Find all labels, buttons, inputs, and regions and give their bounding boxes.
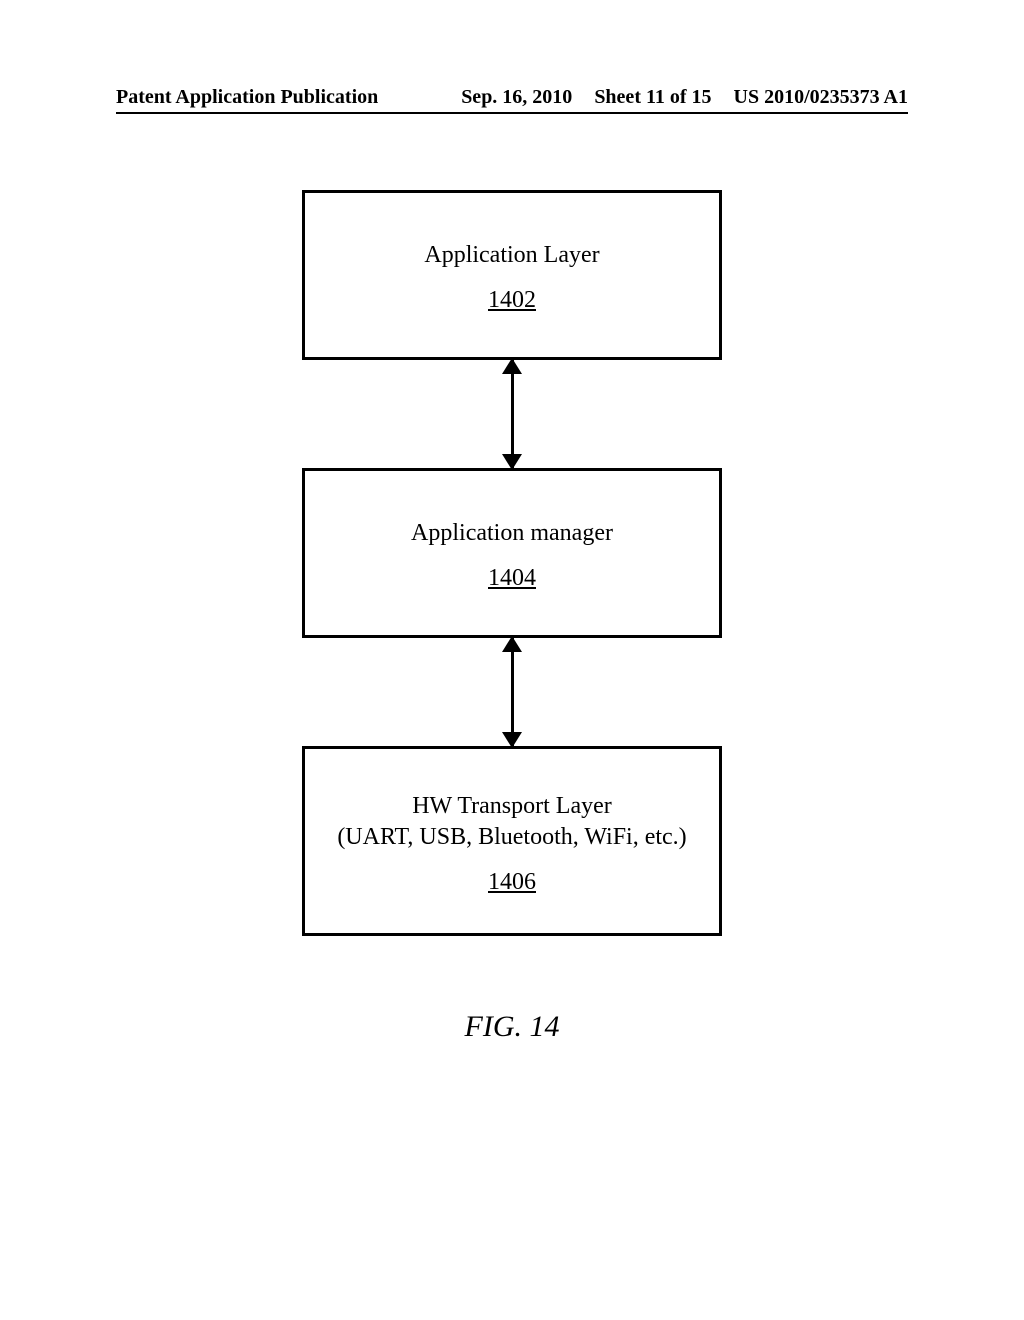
arrow-1 xyxy=(302,360,722,468)
box-ref: 1406 xyxy=(488,869,536,896)
box-subtitle: (UART, USB, Bluetooth, WiFi, etc.) xyxy=(337,824,686,851)
box-title: Application manager xyxy=(411,520,613,547)
box-application-manager: Application manager 1404 xyxy=(302,468,722,638)
header-left: Patent Application Publication xyxy=(116,86,378,109)
figure-caption: FIG. 14 xyxy=(0,1010,1024,1044)
page: Patent Application Publication Sep. 16, … xyxy=(0,0,1024,1320)
header-right: Sep. 16, 2010 Sheet 11 of 15 US 2010/023… xyxy=(461,86,908,109)
header-pubno: US 2010/0235373 A1 xyxy=(734,86,908,109)
patent-header: Patent Application Publication Sep. 16, … xyxy=(0,86,1024,109)
header-sheet: Sheet 11 of 15 xyxy=(594,86,711,109)
arrow-2 xyxy=(302,638,722,746)
header-date: Sep. 16, 2010 xyxy=(461,86,572,109)
box-ref: 1404 xyxy=(488,565,536,592)
double-arrow-icon xyxy=(511,638,514,746)
box-hw-transport-layer: HW Transport Layer (UART, USB, Bluetooth… xyxy=(302,746,722,936)
box-title: Application Layer xyxy=(424,242,599,269)
box-title: HW Transport Layer xyxy=(412,793,612,820)
double-arrow-icon xyxy=(511,360,514,468)
diagram: Application Layer 1402 Application manag… xyxy=(0,190,1024,936)
box-ref: 1402 xyxy=(488,287,536,314)
box-application-layer: Application Layer 1402 xyxy=(302,190,722,360)
header-rule xyxy=(116,112,908,114)
